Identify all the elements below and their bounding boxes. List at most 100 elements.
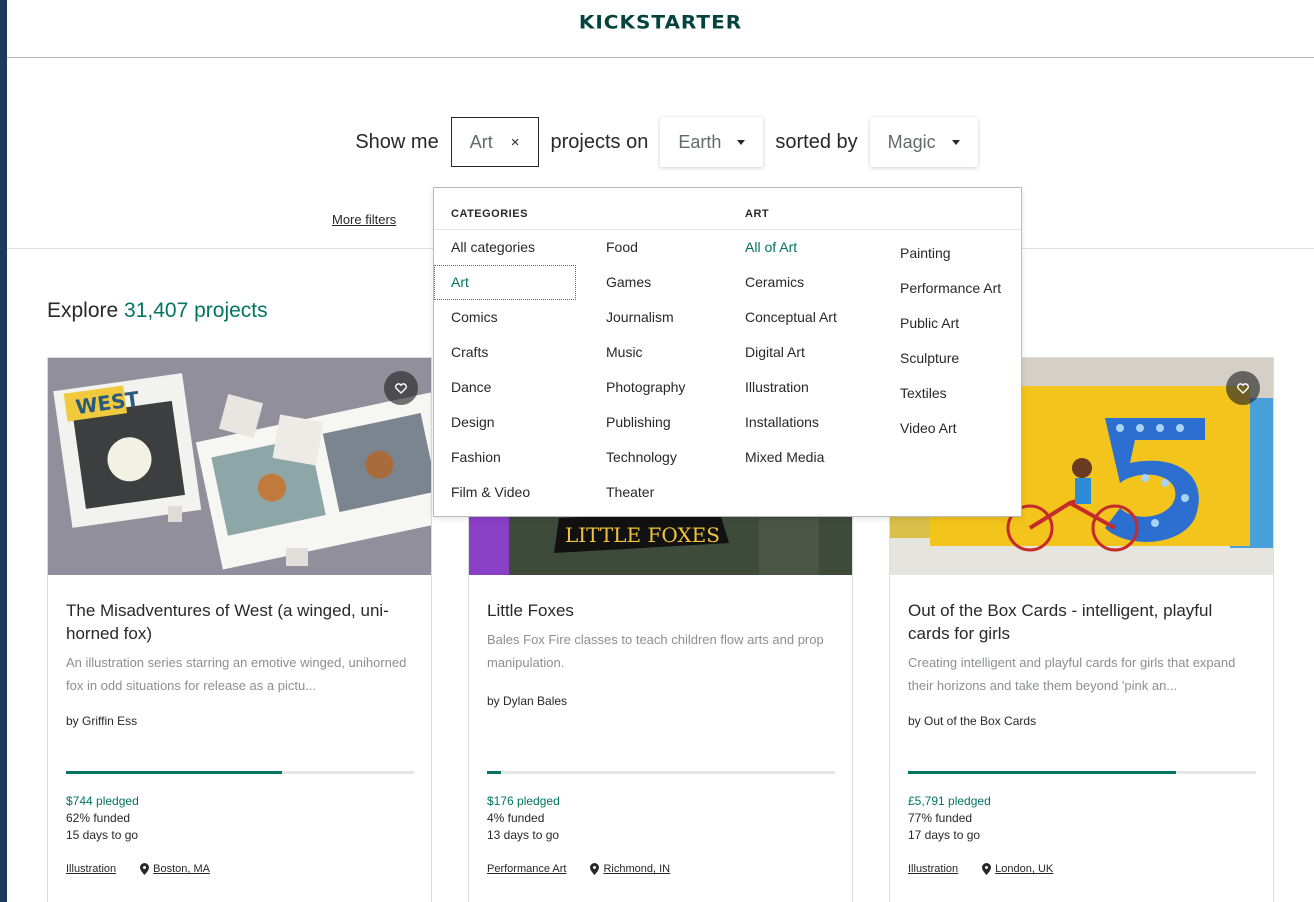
more-filters-link[interactable]: More filters xyxy=(332,212,396,227)
sort-label: Magic xyxy=(887,131,936,152)
chevron-down-icon xyxy=(737,139,746,145)
days-to-go: 15 days to go xyxy=(66,828,139,842)
art-heading: ART xyxy=(745,208,770,220)
category-chip[interactable]: Art × xyxy=(450,117,539,167)
dropdown-item[interactable]: Mixed Media xyxy=(728,440,837,475)
project-blurb: An illustration series starring an emoti… xyxy=(66,655,407,693)
pledged-amount: £5,791 pledged xyxy=(908,794,991,808)
categories-column-1: All categories Art Comics Crafts Dance Design… xyxy=(434,230,576,510)
location-pin-icon xyxy=(590,863,600,875)
location-link[interactable]: London, UK xyxy=(995,863,1053,875)
dropdown-item[interactable]: Journalism xyxy=(589,300,685,335)
dropdown-item[interactable]: Dance xyxy=(434,370,576,405)
project-title[interactable]: The Misadventures of West (a winged, uni… xyxy=(66,599,413,645)
funding-progress-fill xyxy=(66,771,282,774)
dropdown-item[interactable]: Film & Video xyxy=(434,475,576,510)
project-card[interactable]: WEST The Misadventures of West (a winged… xyxy=(47,357,432,902)
category-dropdown-menu: CATEGORIES ART All categories Art Comics Cr… xyxy=(433,187,1022,517)
dropdown-item[interactable]: Games xyxy=(589,265,685,300)
dropdown-item[interactable]: Photography xyxy=(589,370,685,405)
explore-heading: Explore 31,407 projects xyxy=(47,299,268,323)
location-pin-icon xyxy=(140,863,150,875)
dropdown-item[interactable]: Publishing xyxy=(589,405,685,440)
dropdown-item[interactable]: Design xyxy=(434,405,576,440)
show-me-label: Show me xyxy=(355,130,439,153)
days-to-go: 13 days to go xyxy=(487,828,560,842)
explore-count: 31,407 projects xyxy=(124,299,268,322)
project-image[interactable]: WEST xyxy=(48,358,431,575)
dropdown-item[interactable]: Installations xyxy=(728,405,837,440)
location-pin-icon xyxy=(982,863,992,875)
project-blurb: Creating intelligent and playful cards f… xyxy=(908,655,1236,693)
dropdown-item[interactable]: Conceptual Art xyxy=(728,300,837,335)
dropdown-item[interactable]: Theater xyxy=(589,475,685,510)
dropdown-item[interactable]: Illustration xyxy=(728,370,837,405)
project-blurb: Bales Fox Fire classes to teach children… xyxy=(487,632,824,670)
dropdown-item[interactable]: Food xyxy=(589,230,685,265)
funding-progress-fill xyxy=(908,771,1176,774)
dropdown-item[interactable]: Digital Art xyxy=(728,335,837,370)
funded-percent: 62% funded xyxy=(66,811,131,825)
dropdown-item[interactable]: Technology xyxy=(589,440,685,475)
dropdown-item[interactable]: Comics xyxy=(434,300,576,335)
dropdown-header: CATEGORIES ART xyxy=(434,188,1021,230)
category-link[interactable]: Performance Art xyxy=(487,863,566,875)
location-link[interactable]: Boston, MA xyxy=(153,863,210,875)
dropdown-item[interactable]: All of Art xyxy=(728,230,837,265)
categories-column-2: Food Games Journalism Music Photography Publi… xyxy=(589,230,685,510)
funded-percent: 4% funded xyxy=(487,811,545,825)
dropdown-item[interactable]: All categories xyxy=(434,230,576,265)
heart-icon[interactable] xyxy=(384,371,418,405)
top-bar: KICKSTARTER xyxy=(7,0,1314,58)
location-link[interactable]: Richmond, IN xyxy=(603,863,670,875)
project-image-art: WEST xyxy=(48,358,431,575)
projects-on-label: projects on xyxy=(550,130,649,153)
project-title[interactable]: Out of the Box Cards - intelligent, play… xyxy=(908,599,1255,645)
heart-icon[interactable] xyxy=(1226,371,1260,405)
dropdown-item[interactable]: Performance Art xyxy=(883,271,1001,306)
art-column-1: All of Art Ceramics Conceptual Art Digital … xyxy=(728,230,837,475)
filter-sentence: Show me Art × projects on Earth sorted b… xyxy=(7,117,1314,167)
art-column-2: Painting Performance Art Public Art Sculptu… xyxy=(883,236,1001,446)
chevron-down-icon xyxy=(951,139,960,145)
funding-progress-fill xyxy=(487,771,501,774)
dropdown-item[interactable]: Crafts xyxy=(434,335,576,370)
dropdown-item[interactable]: Music xyxy=(589,335,685,370)
funding-stats: $176 pledged 4% funded 13 days to go xyxy=(487,793,560,844)
pledged-amount: $176 pledged xyxy=(487,794,560,808)
funding-progress-bar xyxy=(908,771,1256,774)
funding-stats: $744 pledged 62% funded 15 days to go xyxy=(66,793,139,844)
location-dropdown[interactable]: Earth xyxy=(660,117,764,167)
kickstarter-logo[interactable]: KICKSTARTER xyxy=(579,10,742,33)
dropdown-item[interactable]: Public Art xyxy=(883,306,1001,341)
funding-progress-bar xyxy=(66,771,414,774)
explore-prefix: Explore xyxy=(47,299,119,322)
banner-text: LITTLE FOXES xyxy=(565,523,720,547)
funding-progress-bar xyxy=(487,771,835,774)
dropdown-item[interactable]: Fashion xyxy=(434,440,576,475)
funded-percent: 77% funded xyxy=(908,811,973,825)
project-tags: Performance Art Richmond, IN xyxy=(487,863,670,875)
project-tags: Illustration London, UK xyxy=(908,863,1053,875)
dropdown-item[interactable]: Ceramics xyxy=(728,265,837,300)
pledged-amount: $744 pledged xyxy=(66,794,139,808)
project-title[interactable]: Little Foxes xyxy=(487,599,834,622)
category-chip-label: Art xyxy=(469,131,493,152)
project-creator[interactable]: by Griffin Ess xyxy=(66,714,137,728)
sort-dropdown[interactable]: Magic xyxy=(869,117,978,167)
dropdown-item[interactable]: Textiles xyxy=(883,376,1001,411)
category-link[interactable]: Illustration xyxy=(908,863,958,875)
dropdown-item[interactable]: Video Art xyxy=(883,411,1001,446)
sorted-by-label: sorted by xyxy=(775,130,858,153)
location-label: Earth xyxy=(678,131,722,152)
dropdown-item[interactable]: Sculpture xyxy=(883,341,1001,376)
project-creator[interactable]: by Dylan Bales xyxy=(487,694,567,708)
close-icon[interactable]: × xyxy=(511,134,520,151)
page: KICKSTARTER Show me Art × projects on Ea… xyxy=(7,0,1314,902)
dropdown-item[interactable]: Art xyxy=(434,265,576,300)
dropdown-item[interactable]: Painting xyxy=(883,236,1001,271)
days-to-go: 17 days to go xyxy=(908,828,981,842)
project-creator[interactable]: by Out of the Box Cards xyxy=(908,714,1036,728)
categories-heading: CATEGORIES xyxy=(451,208,528,220)
category-link[interactable]: Illustration xyxy=(66,863,116,875)
